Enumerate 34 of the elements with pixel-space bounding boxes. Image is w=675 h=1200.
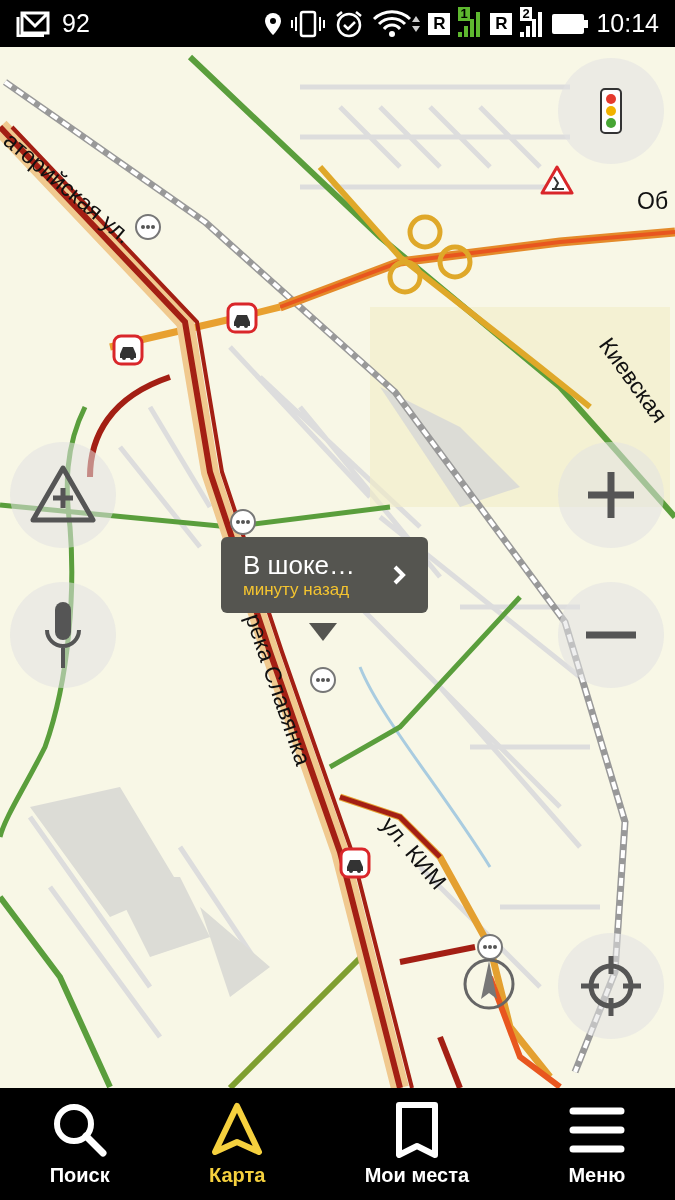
sim-slot-number: 1 xyxy=(458,6,470,21)
roadwork-sign-icon[interactable] xyxy=(540,165,574,195)
clock-time: 10:14 xyxy=(596,9,659,38)
search-icon xyxy=(51,1101,108,1158)
accident-marker-icon[interactable] xyxy=(226,302,258,334)
accident-marker-icon[interactable] xyxy=(112,334,144,366)
nav-tab[interactable]: Меню xyxy=(560,1097,634,1191)
street-label: Об xyxy=(637,188,669,214)
microphone-icon xyxy=(43,600,83,670)
notification-count: 92 xyxy=(62,9,90,38)
traffic-light-icon xyxy=(600,88,622,134)
popup-time: минуту назад xyxy=(243,580,351,600)
vibrate-icon xyxy=(290,9,327,38)
popup-title: В шоке… xyxy=(243,550,355,580)
nav-tab[interactable]: Поиск xyxy=(41,1097,118,1191)
crosshair-icon xyxy=(581,956,641,1016)
accident-marker-icon[interactable] xyxy=(339,847,371,879)
mail-icon xyxy=(16,10,50,37)
roaming-badge: R xyxy=(428,12,451,35)
nav-tab[interactable]: Карта xyxy=(200,1097,274,1191)
sim-slot-number: 2 xyxy=(520,6,532,21)
comment-popup[interactable]: В шоке… минуту назад xyxy=(221,537,428,613)
plus-icon xyxy=(586,470,636,520)
chevron-right-icon xyxy=(392,564,406,586)
signal-icon xyxy=(458,9,483,38)
warning-plus-icon xyxy=(28,464,98,526)
minus-icon xyxy=(586,630,636,640)
signal-icon xyxy=(520,9,545,38)
battery-icon xyxy=(552,12,589,35)
wifi-icon xyxy=(372,9,421,38)
location-pin-icon xyxy=(264,11,283,36)
nav-tab[interactable]: Мои места xyxy=(356,1097,478,1191)
roaming-badge: R xyxy=(490,12,513,35)
popup-pointer-icon xyxy=(309,623,337,641)
